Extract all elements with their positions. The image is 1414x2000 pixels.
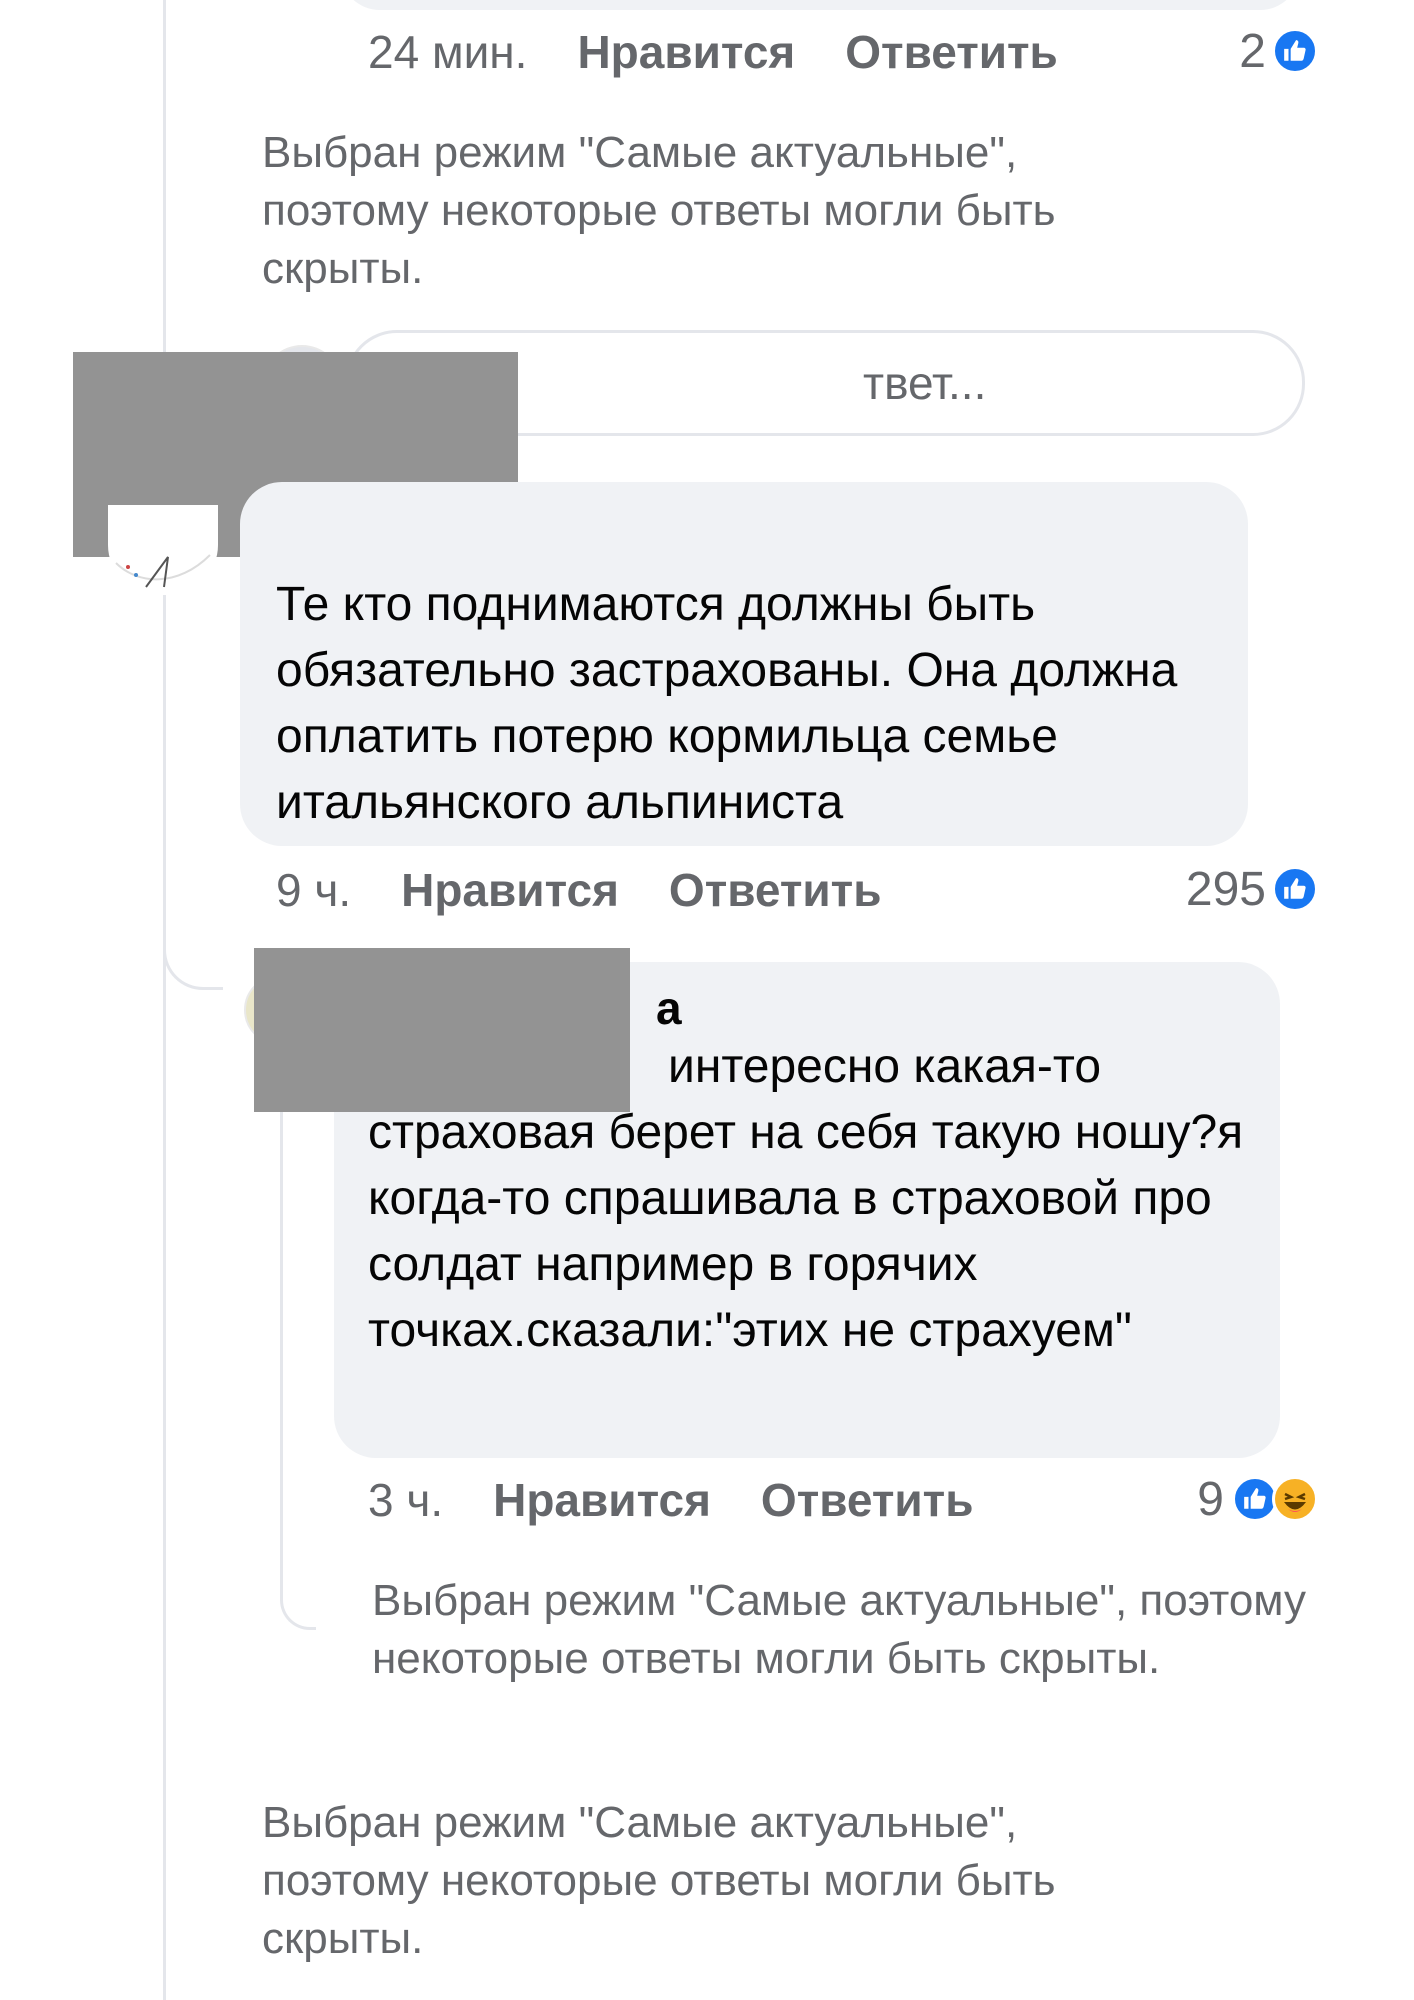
reply-input-placeholder: твет... <box>863 357 987 409</box>
filter-notice: Выбран режим "Самые актуальные", поэтому… <box>372 1576 1307 1683</box>
reply-actions: 3 ч. Нравится Ответить <box>368 1470 974 1530</box>
reply-button[interactable]: Ответить <box>845 25 1058 79</box>
like-button[interactable]: Нравится <box>493 1473 711 1527</box>
like-button[interactable]: Нравится <box>401 863 619 917</box>
reaction-summary[interactable]: 2 <box>1239 20 1318 82</box>
top-comment-bubble-bottom <box>340 0 1300 10</box>
thread-line-reply <box>280 1030 283 1590</box>
thread-line-main <box>163 0 166 2000</box>
reaction-summary[interactable]: 9 <box>1197 1468 1318 1530</box>
filter-notice: Выбран режим "Самые актуальные", поэтому… <box>262 1798 1056 1963</box>
reply-button[interactable]: Ответить <box>669 863 882 917</box>
comment-text: Те кто поднимаются должны быть обязатель… <box>276 578 1178 829</box>
reaction-count: 2 <box>1239 24 1266 78</box>
commenter-avatar[interactable] <box>108 505 218 595</box>
reply-time[interactable]: 3 ч. <box>368 1473 443 1527</box>
redacted-area <box>254 948 630 1112</box>
comment-time[interactable]: 24 мин. <box>368 25 527 79</box>
reaction-count: 9 <box>1197 1472 1224 1526</box>
like-icon <box>1272 866 1318 912</box>
reply-text-first-line: интересно какая-то <box>668 1040 1102 1093</box>
thread-reply-curve <box>280 1590 316 1630</box>
like-icon <box>1272 28 1318 74</box>
thread-branch-curve <box>163 930 223 990</box>
like-button[interactable]: Нравится <box>577 25 795 79</box>
reaction-summary[interactable]: 295 <box>1186 858 1318 920</box>
reply-button[interactable]: Ответить <box>761 1473 974 1527</box>
haha-icon <box>1272 1476 1318 1522</box>
comment-actions: 9 ч. Нравится Ответить <box>276 860 882 920</box>
comment-time[interactable]: 9 ч. <box>276 863 351 917</box>
comment-bubble: Те кто поднимаются должны быть обязатель… <box>240 482 1248 846</box>
reply-text: страховая берет на себя такую ношу?я ког… <box>368 1106 1244 1357</box>
avatar-drawing <box>115 554 211 588</box>
filter-notice: Выбран режим "Самые актуальные", поэтому… <box>262 128 1056 293</box>
top-comment-actions: 24 мин. Нравится Ответить <box>368 22 1058 82</box>
reaction-count: 295 <box>1185 862 1266 916</box>
reply-author[interactable]: а <box>656 982 1246 1034</box>
